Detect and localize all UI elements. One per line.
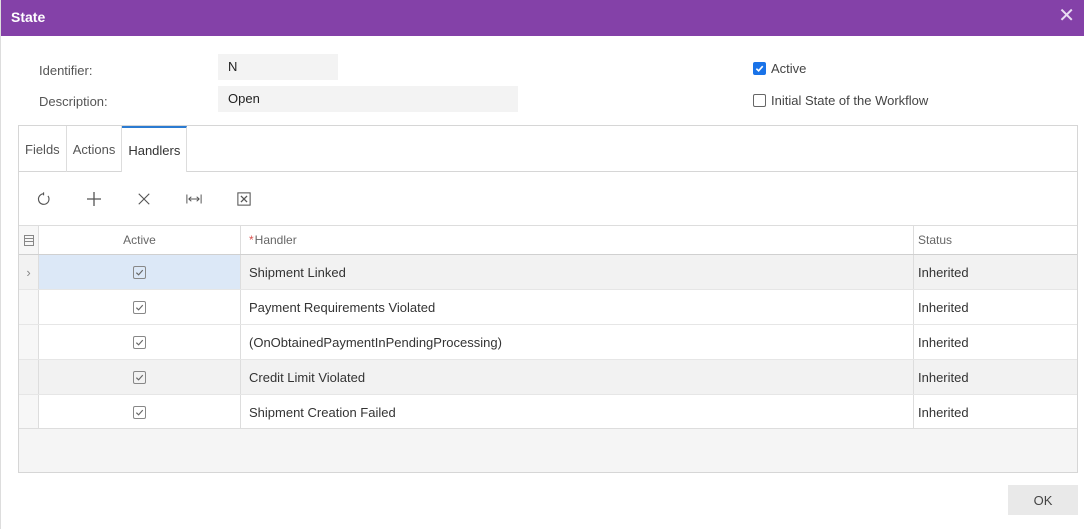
tab-bar: Fields Actions Handlers: [19, 126, 1077, 172]
refresh-button[interactable]: [19, 179, 69, 219]
column-header-handler-label: Handler: [254, 233, 297, 247]
column-header-handler[interactable]: * Handler: [241, 226, 914, 254]
excel-export-icon: [237, 192, 251, 206]
checkbox-checked-icon[interactable]: [133, 300, 146, 314]
row-selector[interactable]: [19, 325, 39, 359]
dialog-title: State: [11, 9, 46, 25]
column-header-status[interactable]: Status: [914, 226, 1077, 254]
active-cell[interactable]: [39, 360, 241, 394]
add-row-button[interactable]: [69, 179, 119, 219]
identifier-field[interactable]: N: [218, 54, 338, 80]
table-row[interactable]: Shipment Creation Failed Inherited: [19, 395, 1077, 430]
handler-cell[interactable]: Shipment Creation Failed: [241, 395, 914, 429]
tab-actions[interactable]: Actions: [67, 126, 123, 172]
status-cell: Inherited: [918, 404, 969, 420]
checkbox-checked-icon[interactable]: [133, 370, 146, 384]
status-cell: Inherited: [918, 299, 969, 315]
grid-toolbar: [19, 173, 1077, 225]
delete-row-button[interactable]: [119, 179, 169, 219]
active-cell[interactable]: [39, 325, 241, 359]
active-checkbox[interactable]: Active: [753, 61, 806, 76]
table-row[interactable]: › Shipment Linked Inherited: [19, 255, 1077, 290]
handler-cell[interactable]: Payment Requirements Violated: [241, 290, 914, 324]
status-cell: Inherited: [918, 264, 969, 280]
row-selector[interactable]: [19, 290, 39, 324]
table-row[interactable]: (OnObtainedPaymentInPendingProcessing) I…: [19, 325, 1077, 360]
checkbox-checked-icon[interactable]: [133, 335, 146, 349]
close-icon[interactable]: ✕: [1058, 5, 1075, 27]
handler-cell[interactable]: (OnObtainedPaymentInPendingProcessing): [241, 325, 914, 359]
handlers-grid: Active * Handler Status › Shipment Linked…: [19, 225, 1077, 430]
grid-footer: [19, 428, 1077, 472]
handler-cell[interactable]: Credit Limit Violated: [241, 360, 914, 394]
status-cell: Inherited: [918, 369, 969, 385]
table-row[interactable]: Credit Limit Violated Inherited: [19, 360, 1077, 395]
active-cell[interactable]: [39, 290, 241, 324]
initial-state-checkbox[interactable]: Initial State of the Workflow: [753, 93, 928, 108]
status-cell: Inherited: [918, 334, 969, 350]
state-dialog: State ✕ Identifier: N Description: Open …: [0, 0, 1084, 529]
add-icon: [87, 192, 101, 206]
checkbox-unchecked-icon: [753, 94, 766, 107]
fit-width-icon: [186, 194, 202, 204]
checkbox-checked-icon[interactable]: [133, 265, 146, 279]
active-cell[interactable]: [39, 255, 241, 289]
table-row[interactable]: Payment Requirements Violated Inherited: [19, 290, 1077, 325]
row-selector[interactable]: ›: [19, 255, 39, 289]
active-cell[interactable]: [39, 395, 241, 429]
checkbox-checked-icon: [753, 62, 766, 75]
row-selector[interactable]: [19, 395, 39, 429]
delete-icon: [138, 193, 150, 205]
refresh-icon: [37, 192, 50, 205]
dialog-titlebar: State ✕: [1, 0, 1084, 36]
active-checkbox-label: Active: [771, 61, 807, 76]
required-marker: *: [249, 233, 254, 247]
description-field[interactable]: Open: [218, 86, 518, 112]
row-selector[interactable]: [19, 360, 39, 394]
handler-cell[interactable]: Shipment Linked: [241, 255, 914, 289]
ok-button[interactable]: OK: [1008, 485, 1078, 515]
export-excel-button[interactable]: [219, 179, 269, 219]
fit-to-screen-button[interactable]: [169, 179, 219, 219]
initial-state-checkbox-label: Initial State of the Workflow: [771, 93, 929, 108]
grid-header-row: Active * Handler Status: [19, 226, 1077, 255]
handlers-panel: Fields Actions Handlers Active * Handler…: [18, 125, 1078, 473]
column-header-active[interactable]: Active: [39, 226, 241, 254]
tab-handlers[interactable]: Handlers: [122, 126, 188, 172]
tab-fields[interactable]: Fields: [19, 126, 67, 172]
chevron-right-icon: ›: [26, 264, 31, 280]
checkbox-checked-icon[interactable]: [133, 405, 146, 419]
description-label: Description:: [39, 94, 108, 109]
column-config-icon: [23, 234, 34, 246]
identifier-label: Identifier:: [39, 63, 93, 78]
row-selector-header[interactable]: [19, 226, 39, 254]
